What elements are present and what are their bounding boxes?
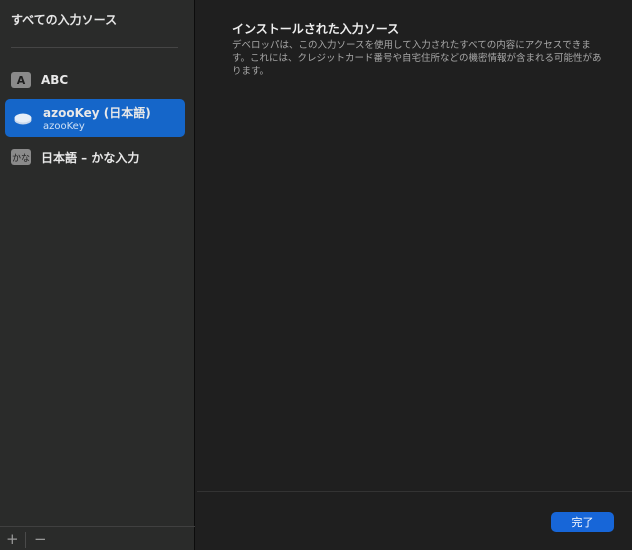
divider (197, 491, 632, 492)
done-button[interactable]: 完了 (551, 512, 614, 532)
kana-icon: かな (11, 149, 31, 165)
item-label: 日本語 – かな入力 (41, 150, 140, 165)
item-sublabel: azooKey (43, 121, 85, 132)
item-label: azooKey (日本語) (43, 106, 151, 120)
section-description: デベロッパは、この入力ソースを使用して入力されたすべての内容にアクセスできます。… (232, 40, 602, 77)
divider (0, 526, 195, 527)
list-item-abc[interactable]: A ABC (5, 70, 185, 90)
item-label: ABC (41, 73, 69, 87)
add-button[interactable]: + (6, 531, 19, 547)
remove-button[interactable]: − (34, 531, 47, 547)
divider (25, 532, 26, 548)
sidebar: すべての入力ソース A ABC azooKey (日本語) azooKey かな… (0, 0, 195, 550)
azookey-icon (13, 111, 33, 125)
sidebar-title: すべての入力ソース (11, 13, 118, 27)
list-item-azookey[interactable]: azooKey (日本語) azooKey (5, 99, 185, 137)
abc-icon: A (11, 72, 31, 88)
divider (11, 47, 178, 48)
section-title: インストールされた入力ソース (232, 22, 400, 36)
list-item-kana[interactable]: かな 日本語 – かな入力 (5, 147, 185, 167)
